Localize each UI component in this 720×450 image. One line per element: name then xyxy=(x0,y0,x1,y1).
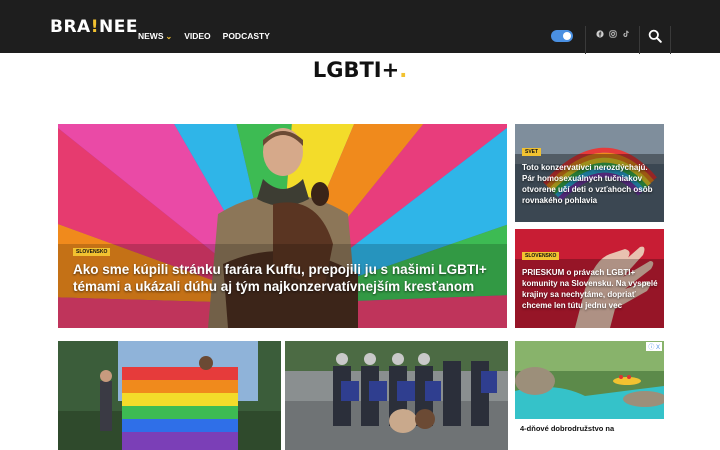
divider xyxy=(585,26,586,54)
hero-article[interactable]: SLOVENSKO Ako sme kúpili stránku farára … xyxy=(58,124,507,328)
category-badge[interactable]: SVET xyxy=(522,148,542,156)
article-headline[interactable]: Ako sme kúpili stránku farára Kuffu, pre… xyxy=(73,261,493,295)
facebook-icon[interactable] xyxy=(595,30,604,39)
instagram-icon[interactable] xyxy=(608,30,617,39)
logo-text-left: BRA xyxy=(50,17,91,37)
main-nav: NEWS ⌄ VIDEO PODCASTY xyxy=(138,31,270,41)
article-card[interactable] xyxy=(285,341,508,450)
nav-item-news[interactable]: NEWS ⌄ xyxy=(138,31,172,41)
divider xyxy=(670,26,671,54)
nav-item-podcasty[interactable]: PODCASTY xyxy=(223,31,270,41)
site-header: BRA!NEE NEWS ⌄ VIDEO PODCASTY xyxy=(0,0,720,54)
logo-mark: ! xyxy=(90,17,99,37)
site-logo[interactable]: BRA!NEE xyxy=(50,17,138,37)
page-title-dot: . xyxy=(399,58,408,82)
article-image xyxy=(58,341,281,450)
category-badge[interactable]: SLOVENSKO xyxy=(522,252,560,260)
side-article[interactable]: SLOVENSKO PRIESKUM o právach LGBTI+ komu… xyxy=(515,229,664,328)
article-image xyxy=(285,341,508,450)
toggle-knob xyxy=(563,32,571,40)
ad-card[interactable]: ⓘ X 4-dňové dobrodružstvo na xyxy=(515,341,664,450)
chevron-down-icon: ⌄ xyxy=(165,31,173,41)
ad-caption[interactable]: 4-dňové dobrodružstvo na xyxy=(520,424,614,433)
divider xyxy=(639,26,640,54)
nav-item-label: PODCASTY xyxy=(222,31,270,41)
nav-item-video[interactable]: VIDEO xyxy=(184,31,210,41)
social-links xyxy=(595,30,630,39)
search-icon xyxy=(648,29,662,43)
nav-item-label: VIDEO xyxy=(184,31,211,41)
page-title: LGBTI+. xyxy=(0,58,720,82)
article-headline[interactable]: PRIESKUM o právach LGBTI+ komunity na Sl… xyxy=(522,267,660,311)
tiktok-icon[interactable] xyxy=(621,30,630,39)
nav-item-label: NEWS xyxy=(138,31,164,41)
side-article[interactable]: SVET Toto konzervatívci nerozdýchajú. Pá… xyxy=(515,124,664,222)
category-badge[interactable]: SLOVENSKO xyxy=(73,248,111,256)
dark-mode-toggle[interactable] xyxy=(551,30,573,42)
logo-text-right: NEE xyxy=(98,17,138,37)
hero-image xyxy=(58,124,507,328)
page-title-text: LGBTI+ xyxy=(312,58,400,82)
article-headline[interactable]: Toto konzervatívci nerozdýchajú. Pár hom… xyxy=(522,162,660,206)
search-button[interactable] xyxy=(648,29,662,43)
ad-choices-icon[interactable]: ⓘ X xyxy=(646,342,662,351)
article-card[interactable] xyxy=(58,341,281,450)
